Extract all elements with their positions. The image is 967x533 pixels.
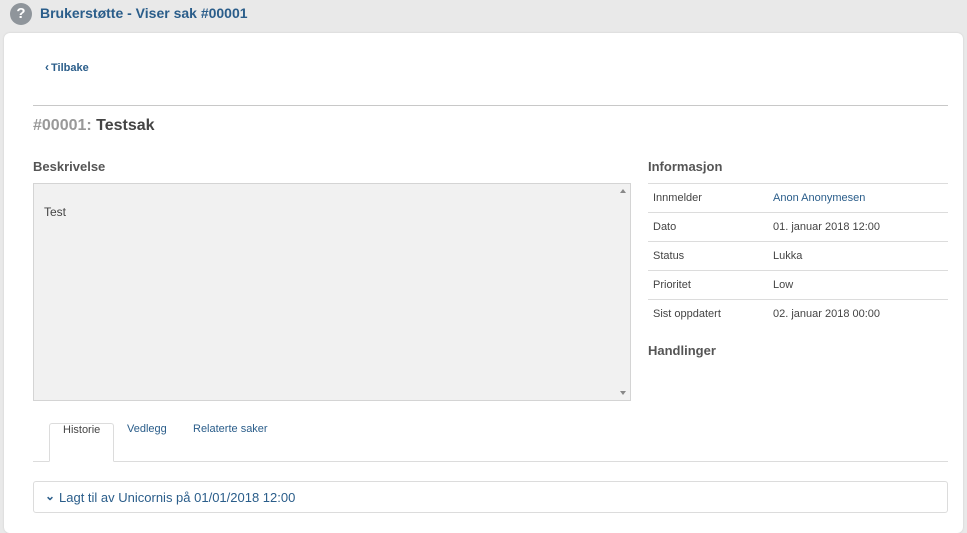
divider <box>33 105 948 106</box>
information-table: Innmelder Anon Anonymesen Dato 01. janua… <box>648 183 948 329</box>
description-box[interactable]: Test <box>33 183 631 401</box>
description-text: Test <box>44 205 67 219</box>
back-link[interactable]: ‹ Tilbake <box>45 60 89 74</box>
tab-attachments[interactable]: Vedlegg <box>114 423 180 461</box>
info-label: Dato <box>653 221 677 233</box>
info-row-date: Dato 01. januar 2018 12:00 <box>648 212 948 242</box>
info-row-status: Status Lukka <box>648 241 948 271</box>
title-bar: ? Brukerstøtte - Viser sak #00001 <box>0 0 967 30</box>
chevron-down-icon: ⌄ <box>45 489 56 503</box>
back-link-label: Tilbake <box>51 62 89 74</box>
information-heading: Informasjon <box>648 159 723 174</box>
case-number: #00001: <box>33 117 92 134</box>
history-entry-label: Lagt til av Unicornis på 01/01/2018 12:0… <box>59 490 296 505</box>
tab-history[interactable]: Historie <box>49 423 115 462</box>
case-title: Testsak <box>96 117 155 134</box>
page-title: Brukerstøtte - Viser sak #00001 <box>40 5 248 21</box>
history-entry[interactable]: ⌄ Lagt til av Unicornis på 01/01/2018 12… <box>33 481 948 513</box>
info-label: Sist oppdatert <box>653 308 721 321</box>
info-label: Status <box>653 250 685 262</box>
actions-heading: Handlinger <box>648 343 716 358</box>
chevron-left-icon: ‹ <box>45 60 49 74</box>
scroll-down-arrow-icon[interactable] <box>620 391 626 395</box>
info-value: Lukka <box>773 250 803 262</box>
info-label: Innmelder <box>653 192 702 204</box>
info-row-last-updated: Sist oppdatert 02. januar 2018 00:00 <box>648 299 948 329</box>
tab-related-cases[interactable]: Relaterte saker <box>180 423 281 461</box>
case-heading: #00001: Testsak <box>33 117 155 135</box>
help-icon[interactable]: ? <box>10 3 32 25</box>
reporter-link[interactable]: Anon Anonymesen <box>768 184 948 213</box>
info-row-reporter: Innmelder Anon Anonymesen <box>648 183 948 213</box>
info-row-priority: Prioritet Low <box>648 270 948 300</box>
info-value: 01. januar 2018 12:00 <box>773 221 881 233</box>
info-value: 02. januar 2018 00:00 <box>773 308 881 321</box>
info-value: Low <box>773 279 794 291</box>
scroll-up-arrow-icon[interactable] <box>620 189 626 193</box>
info-label: Prioritet <box>653 279 691 291</box>
description-heading: Beskrivelse <box>33 159 106 174</box>
tab-bar: Historie Vedlegg Relaterte saker <box>33 423 948 462</box>
